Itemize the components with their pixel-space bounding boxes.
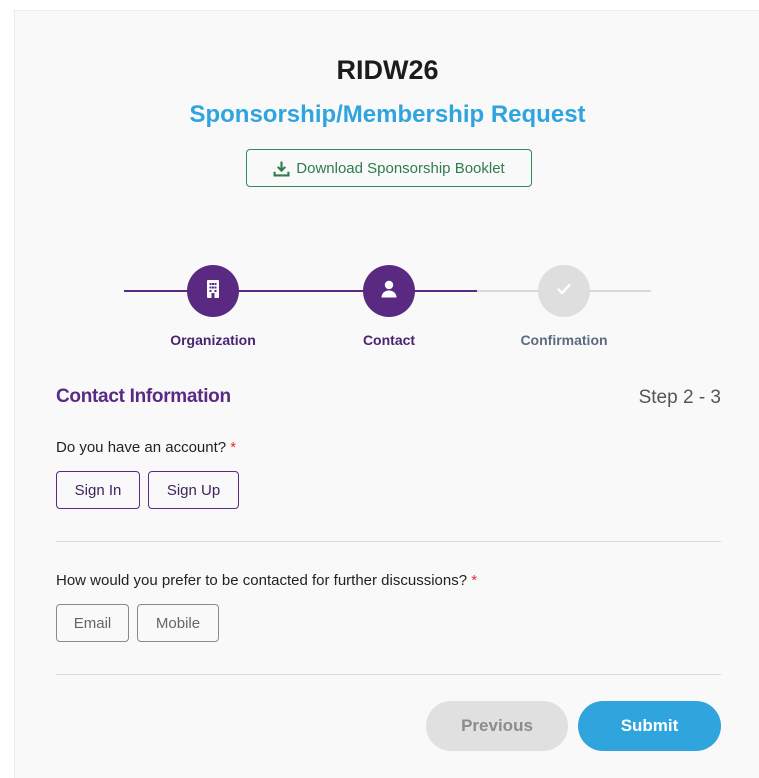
check-icon	[555, 280, 573, 303]
step-contact-circle[interactable]	[363, 265, 415, 317]
contact-pref-question-text: How would you prefer to be contacted for…	[56, 572, 468, 589]
user-icon	[379, 279, 399, 304]
sign-up-button[interactable]: Sign Up	[148, 471, 239, 509]
required-mark: *	[471, 572, 478, 589]
account-question-text: Do you have an account?	[56, 439, 227, 456]
download-booklet-label: Download Sponsorship Booklet	[296, 159, 505, 177]
mobile-option-button[interactable]: Mobile	[137, 604, 219, 642]
download-icon	[273, 160, 290, 177]
step-confirmation-circle[interactable]	[538, 265, 590, 317]
step-contact-label: Contact	[362, 332, 416, 348]
required-mark: *	[230, 439, 237, 456]
step-organization-label: Organization	[170, 332, 256, 348]
previous-button[interactable]: Previous	[426, 701, 568, 751]
email-option-button[interactable]: Email	[56, 604, 129, 642]
step-count: Step 2 - 3	[638, 387, 721, 408]
page-title: RIDW26	[336, 55, 439, 85]
step-organization-circle[interactable]	[187, 265, 239, 317]
section-title: Contact Information	[56, 386, 231, 407]
divider	[56, 541, 721, 542]
stepper-line-completed	[124, 290, 477, 292]
step-confirmation-label: Confirmation	[520, 332, 608, 348]
page-subtitle: Sponsorship/Membership Request	[189, 101, 586, 128]
account-question: Do you have an account? *	[56, 439, 236, 456]
sign-in-button[interactable]: Sign In	[56, 471, 140, 509]
contact-pref-question: How would you prefer to be contacted for…	[56, 572, 477, 589]
form-card: RIDW26 Sponsorship/Membership Request Do…	[14, 10, 759, 778]
divider	[56, 674, 721, 675]
building-icon	[204, 279, 222, 304]
download-booklet-button[interactable]: Download Sponsorship Booklet	[246, 149, 532, 187]
submit-button[interactable]: Submit	[578, 701, 721, 751]
